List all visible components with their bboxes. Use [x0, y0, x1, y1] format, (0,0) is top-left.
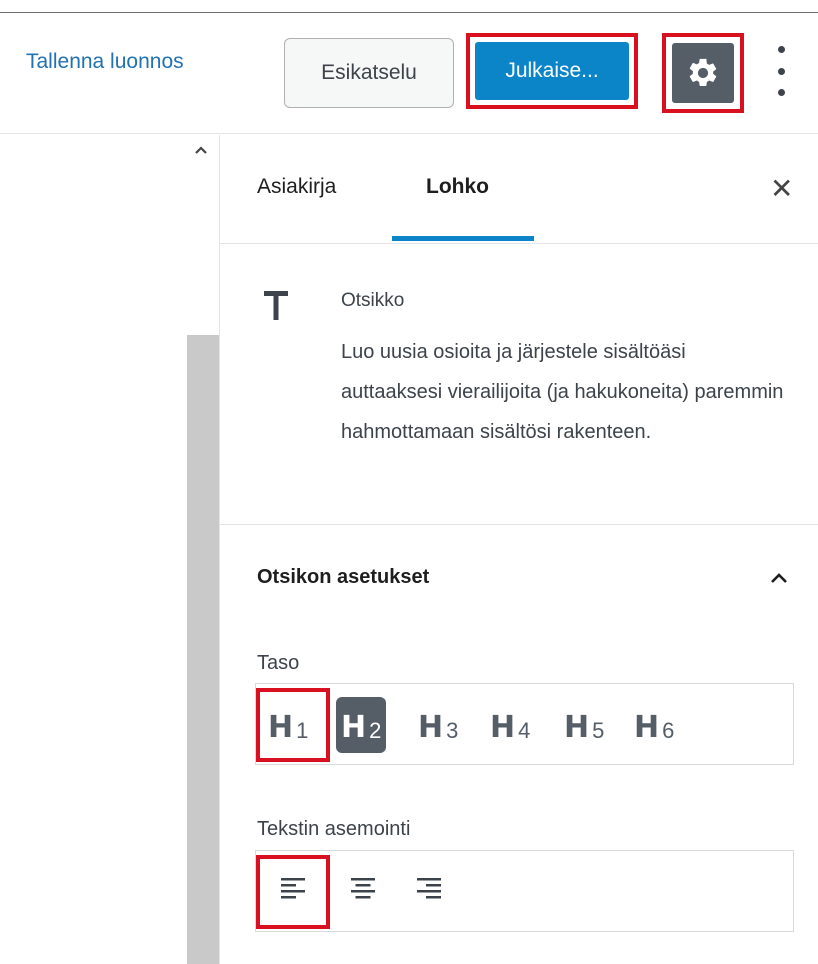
publish-button[interactable]: Julkaise...: [475, 42, 629, 100]
block-card: Otsikko Luo uusia osioita ja järjestele …: [220, 244, 818, 525]
block-description: Luo uusia osioita ja järjestele sisältöä…: [341, 341, 784, 443]
chevron-up-icon[interactable]: [769, 569, 789, 587]
editor-header: Tallenna luonnos Esikatselu Julkaise...: [0, 13, 818, 134]
heading-level-5-button[interactable]: H5: [564, 697, 604, 753]
scrollbar-thumb[interactable]: [187, 335, 219, 964]
text-alignment-toolbar: [255, 850, 794, 932]
heading-level-3-button[interactable]: H3: [418, 697, 458, 753]
save-draft-link[interactable]: Tallenna luonnos: [26, 50, 184, 74]
heading-level-1-button[interactable]: H1: [268, 697, 308, 753]
more-options-button[interactable]: [768, 46, 794, 96]
align-center-icon[interactable]: [350, 875, 376, 901]
close-icon[interactable]: ✕: [770, 175, 793, 203]
heading-level-2-button[interactable]: H2: [336, 697, 387, 753]
sidebar-tabs: Asiakirja Lohko ✕: [220, 135, 818, 244]
level-label: Taso: [257, 652, 300, 674]
align-left-icon[interactable]: [280, 875, 306, 901]
heading-level-toolbar: H1 H2 H3 H4 H5 H6: [255, 683, 794, 765]
heading-icon: [264, 291, 288, 320]
align-right-icon[interactable]: [416, 875, 442, 901]
publish-button-highlight: Julkaise...: [466, 33, 638, 109]
tab-block[interactable]: Lohko: [426, 175, 489, 199]
publish-button-label: Julkaise...: [505, 59, 599, 82]
more-vertical-icon: [777, 46, 785, 53]
heading-level-4-button[interactable]: H4: [490, 697, 530, 753]
tab-document[interactable]: Asiakirja: [257, 175, 336, 199]
active-tab-indicator: [392, 236, 534, 241]
gear-icon: [689, 58, 717, 87]
heading-settings-title[interactable]: Otsikon asetukset: [257, 566, 429, 589]
scroll-up-arrow-icon[interactable]: [191, 140, 211, 160]
preview-button-label: Esikatselu: [321, 61, 417, 84]
text-alignment-label: Tekstin asemointi: [257, 818, 411, 840]
settings-sidebar: Asiakirja Lohko ✕ Otsikko Luo uusia osio…: [219, 135, 818, 964]
preview-button[interactable]: Esikatselu: [284, 38, 454, 108]
block-title: Otsikko: [341, 290, 405, 311]
settings-button-highlight: [662, 33, 744, 113]
settings-button[interactable]: [672, 43, 734, 103]
heading-level-6-button[interactable]: H6: [634, 697, 674, 753]
